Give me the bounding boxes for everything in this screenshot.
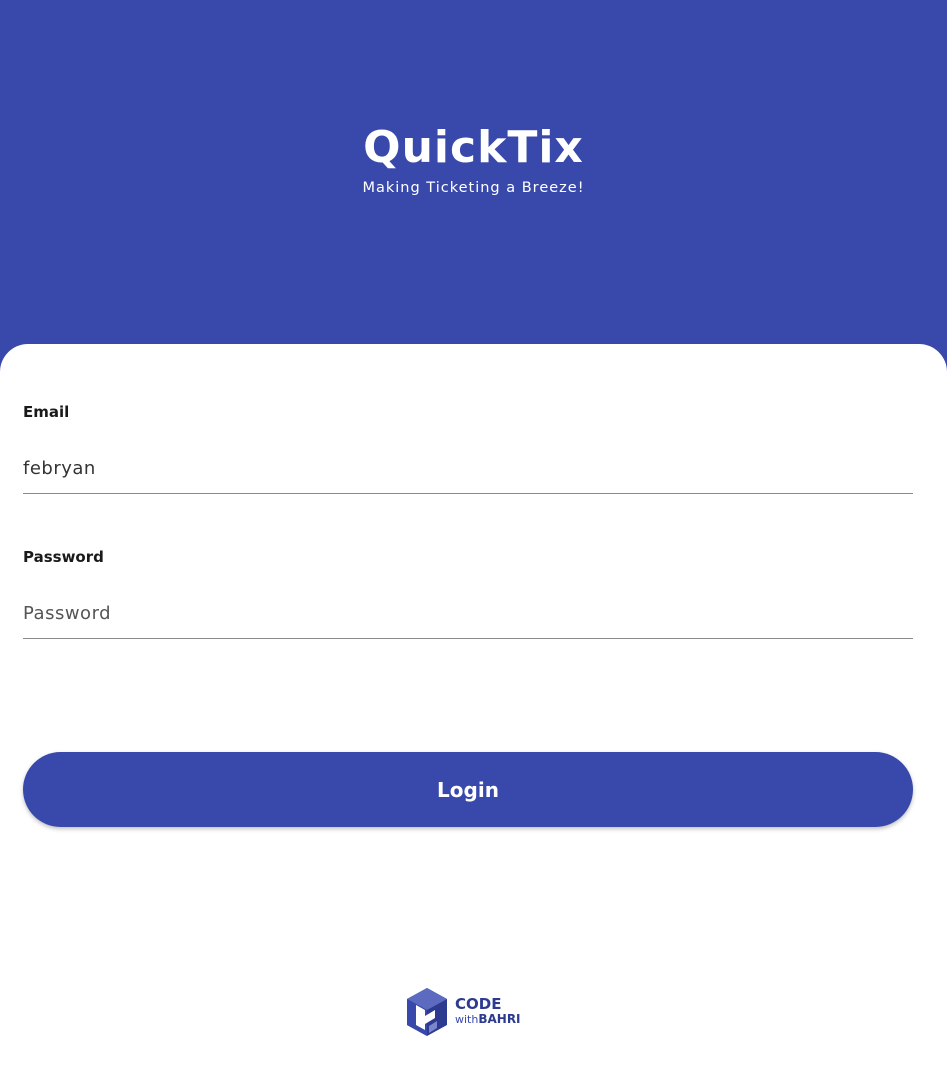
app-title: QuickTix bbox=[363, 122, 584, 173]
logo-code-text: CODE bbox=[455, 995, 502, 1013]
brand-block: QuickTix Making Ticketing a Breeze! bbox=[0, 122, 947, 198]
app-tagline: Making Ticketing a Breeze! bbox=[362, 180, 585, 196]
password-label: Password bbox=[23, 548, 104, 566]
email-field-group: Email bbox=[23, 402, 913, 494]
login-card: Email Password Login CODE withBAHRI bbox=[0, 344, 947, 1090]
header-banner: QuickTix Making Ticketing a Breeze! bbox=[0, 0, 947, 360]
logo-with-word: with bbox=[455, 1013, 479, 1026]
logo-with-text: withBAHRI bbox=[455, 1012, 521, 1027]
login-button[interactable]: Login bbox=[23, 752, 913, 827]
password-field-group: Password bbox=[23, 547, 913, 639]
email-input[interactable] bbox=[23, 458, 913, 494]
password-input[interactable] bbox=[23, 603, 913, 639]
logo-bahri-word: BAHRI bbox=[478, 1012, 521, 1026]
email-label: Email bbox=[23, 403, 70, 421]
cube-logo-icon bbox=[407, 988, 447, 1036]
footer-logo: CODE withBAHRI bbox=[403, 986, 538, 1038]
